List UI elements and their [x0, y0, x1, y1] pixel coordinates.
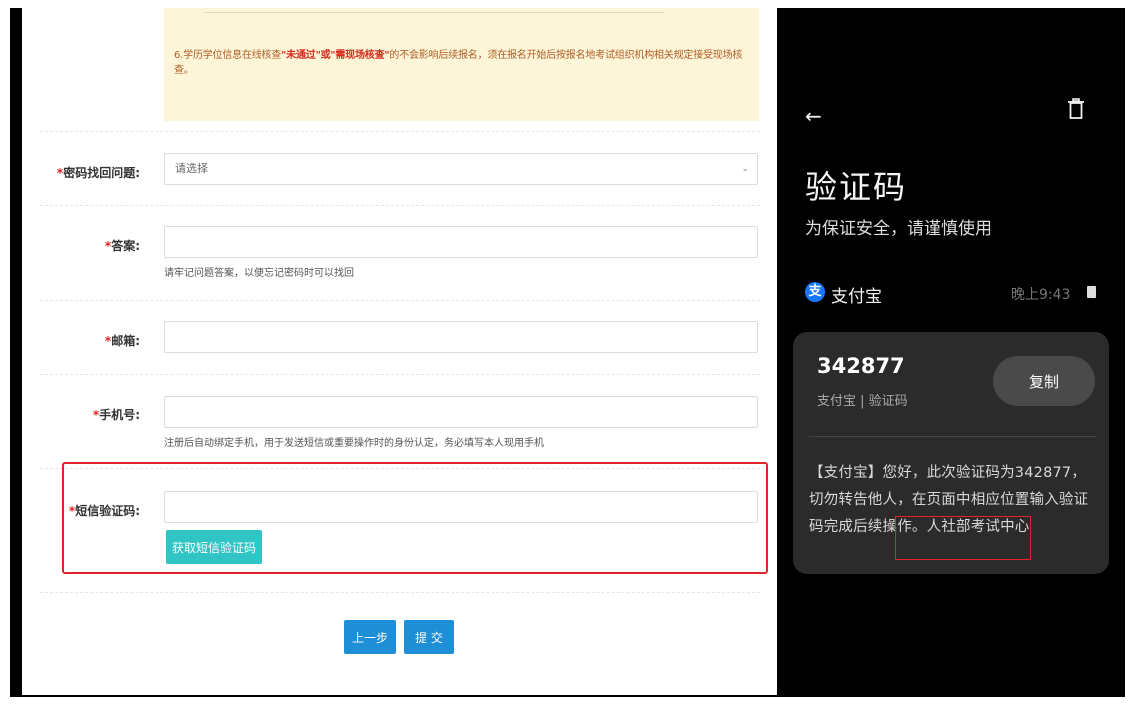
notice-prefix: 6.学历学位信息在线核查 — [174, 50, 282, 61]
question-select-value: 请选择 — [175, 162, 208, 175]
phone-input[interactable] — [164, 396, 758, 428]
question-label: *密码找回问题: — [56, 166, 140, 180]
card-divider — [809, 436, 1097, 437]
registration-form: 6.学历学位信息在线核查"未通过"或"需现场核查"的不会影响后续报名，须在报名开… — [22, 8, 777, 695]
row-separator — [40, 300, 760, 301]
notice-banner: 6.学历学位信息在线核查"未通过"或"需现场核查"的不会影响后续报名，须在报名开… — [164, 8, 759, 121]
sender-name: 支付宝 — [831, 287, 882, 307]
copy-button[interactable]: 复制 — [993, 356, 1095, 406]
answer-hint: 请牢记问题答案，以便忘记密码时可以找回 — [164, 268, 354, 279]
row-separator — [40, 131, 760, 132]
sender-highlight-frame — [895, 516, 1031, 560]
code-source: 支付宝 | 验证码 — [817, 394, 908, 409]
arrow-left-icon[interactable]: ← — [805, 104, 822, 128]
answer-input[interactable] — [164, 226, 758, 258]
submit-button[interactable]: 提 交 — [404, 620, 454, 654]
chevron-down-icon: ⌄ — [741, 164, 749, 174]
sms-highlight-frame — [62, 462, 768, 574]
row-separator — [40, 374, 760, 375]
alipay-icon: 支 — [805, 282, 825, 302]
row-separator — [40, 592, 760, 593]
notice-cut-line — [204, 12, 664, 13]
phone-label: *手机号: — [92, 408, 140, 422]
row-separator — [40, 205, 760, 206]
message-time: 晚上9:43 — [1011, 287, 1071, 303]
question-select[interactable]: 请选择 ⌄ — [164, 153, 758, 185]
notice-highlight: "未通过"或"需现场核查" — [281, 50, 390, 61]
email-label: *邮箱: — [104, 334, 140, 348]
phone-sms-screen: ← 验证码 为保证安全，请谨慎使用 支 支付宝 晚上9:43 342877 支付… — [785, 84, 1125, 582]
page-subtitle: 为保证安全，请谨慎使用 — [805, 219, 992, 239]
email-field[interactable] — [164, 321, 758, 353]
trash-icon[interactable] — [1067, 98, 1085, 124]
phone-hint: 注册后自动绑定手机，用于发送短信或重要操作时的身份认定，务必填写本人现用手机 — [164, 438, 544, 449]
sim-icon — [1087, 286, 1096, 298]
verification-code: 342877 — [817, 354, 905, 378]
page-title: 验证码 — [805, 168, 908, 206]
prev-step-button[interactable]: 上一步 — [344, 620, 396, 654]
answer-label: *答案: — [104, 239, 140, 253]
